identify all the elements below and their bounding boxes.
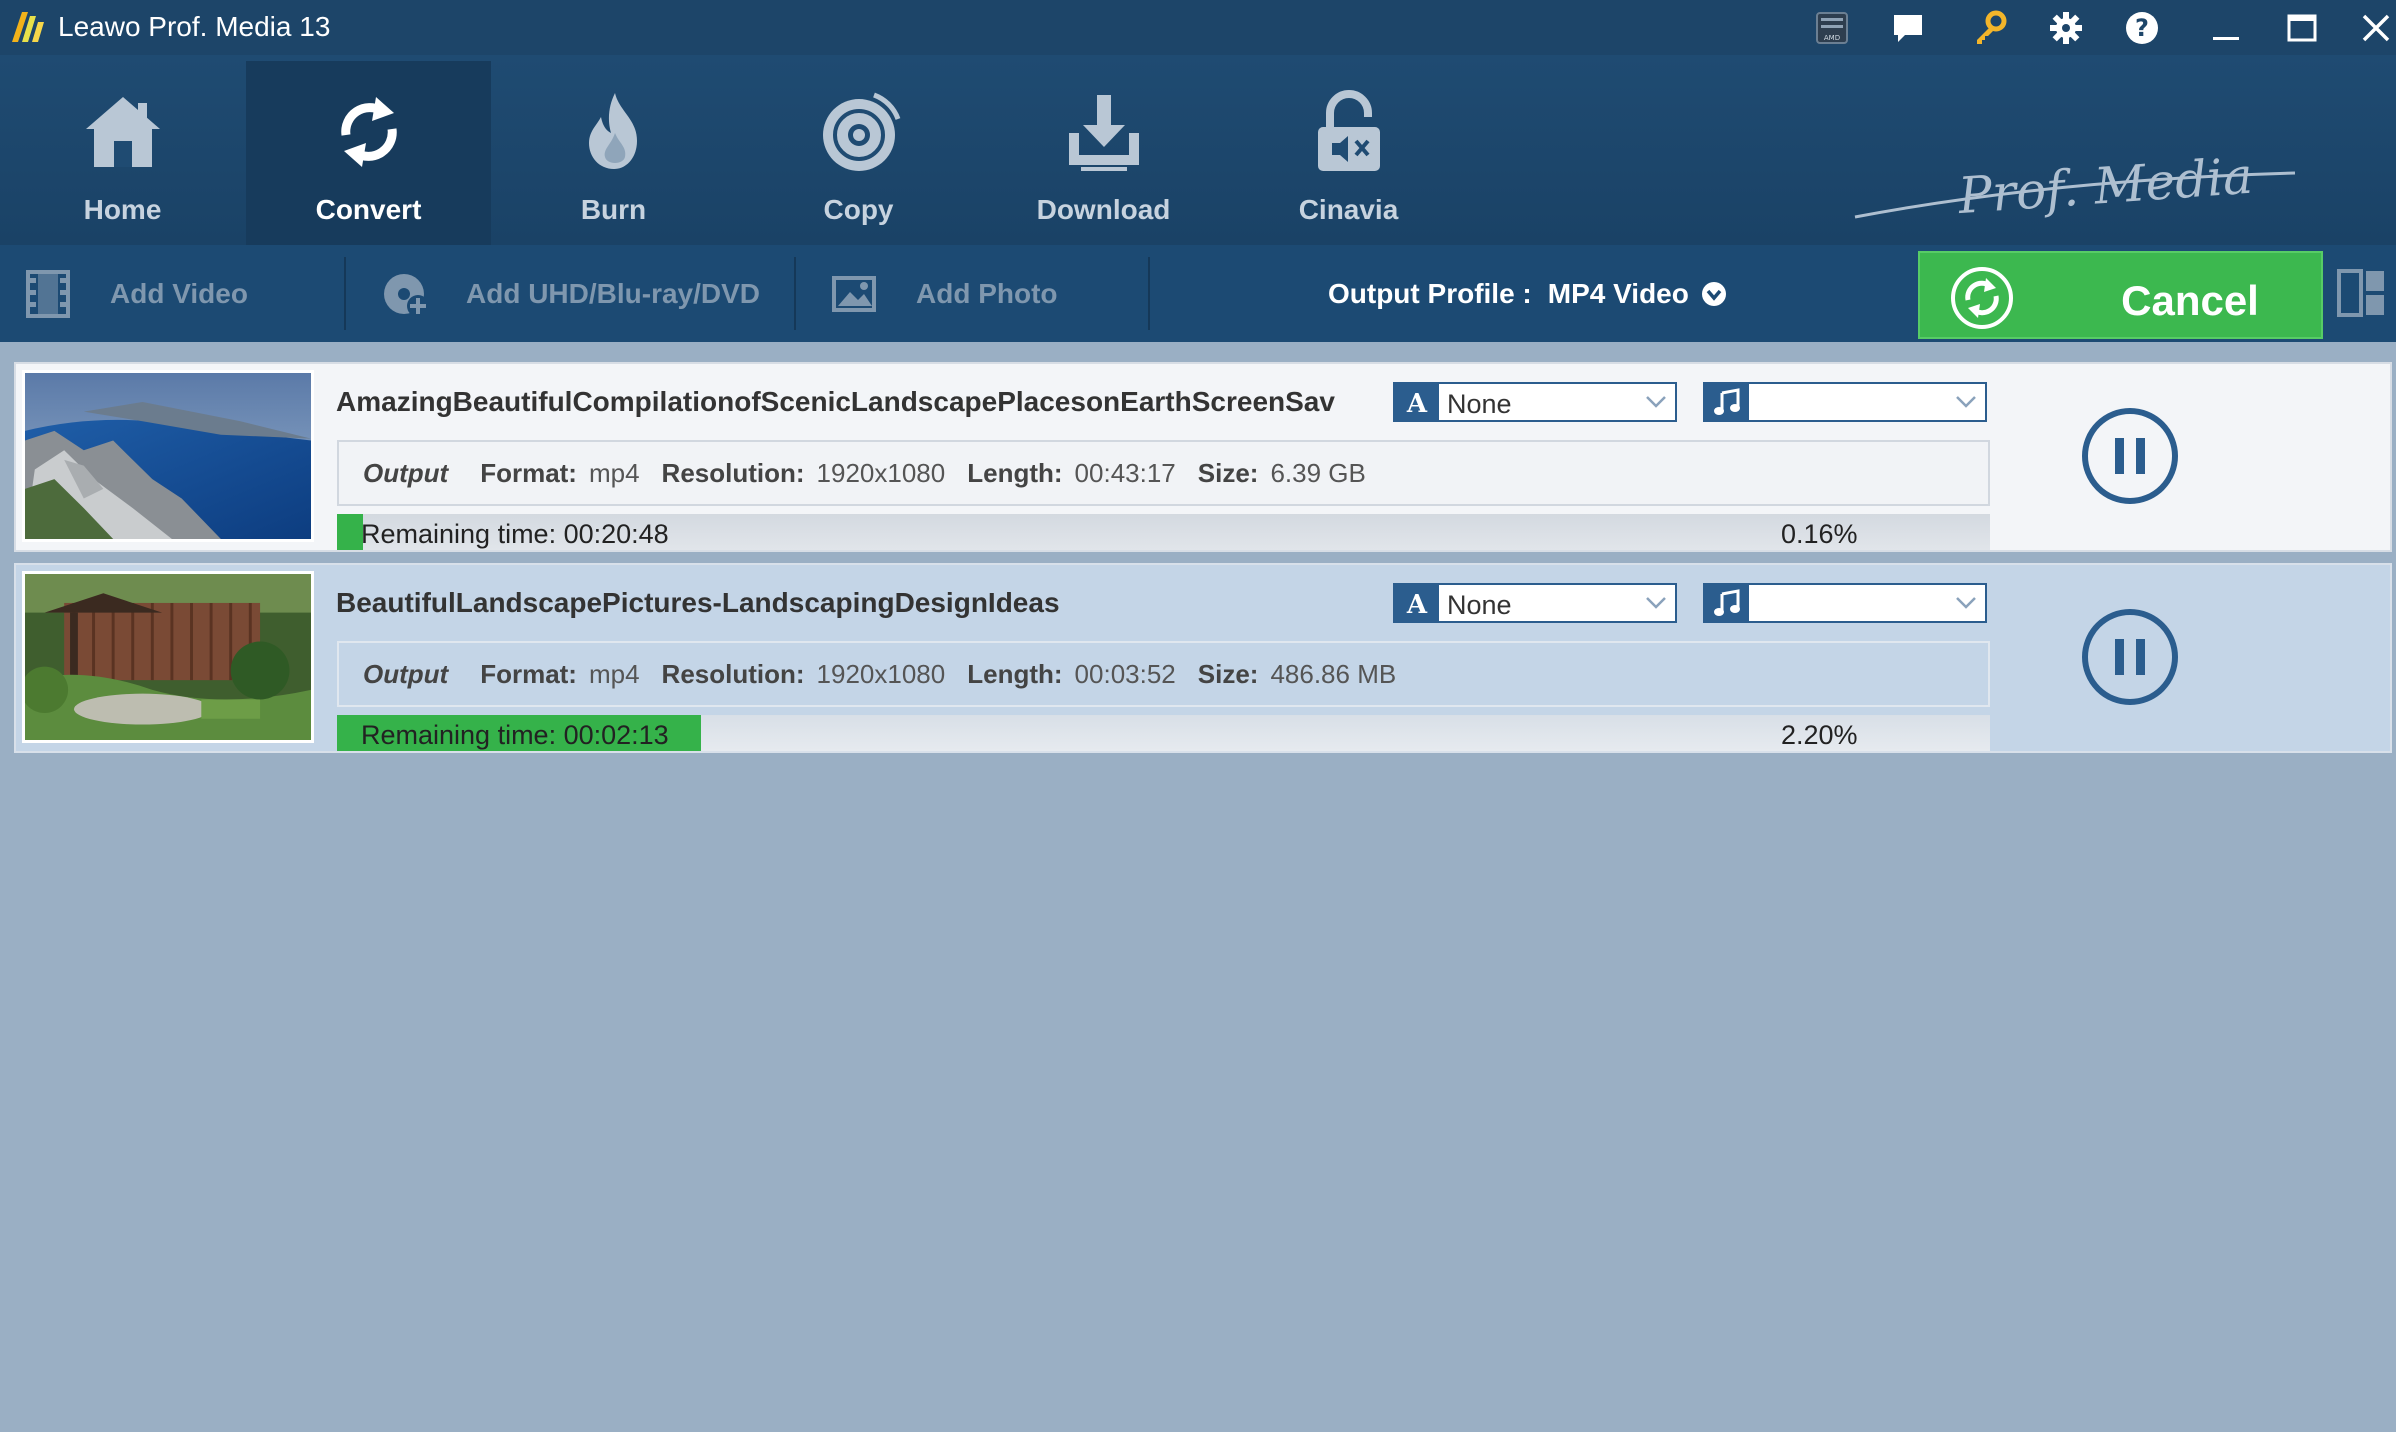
- feedback-icon[interactable]: [1884, 4, 1932, 52]
- convert-icon: [341, 97, 397, 167]
- tab-home[interactable]: Home: [0, 61, 245, 245]
- remaining-time: Remaining time: 00:20:48: [361, 519, 669, 549]
- sub-toolbar: Add Video Add UHD/Blu-ray/DVD Add Photo …: [0, 245, 2396, 342]
- subtitle-icon: A: [1395, 384, 1439, 420]
- leawo-logo-icon: [12, 12, 44, 42]
- progress-fill: [337, 514, 363, 550]
- remaining-time: Remaining time: 00:02:13: [361, 720, 669, 750]
- tab-convert[interactable]: Convert: [246, 61, 491, 245]
- toolbar-separator: [794, 257, 796, 330]
- progress-percent: 0.16%: [1781, 519, 1858, 549]
- toolbar-separator: [344, 257, 346, 330]
- progress-bar: Remaining time: 00:02:13 2.20%: [337, 715, 1990, 751]
- disc-icon: [823, 92, 901, 171]
- music-note-icon: [1705, 384, 1749, 420]
- subtitle-value: None: [1447, 590, 1512, 620]
- video-thumbnail: [22, 571, 314, 743]
- minimize-icon[interactable]: [2202, 4, 2250, 52]
- svg-text:A: A: [1406, 389, 1428, 417]
- main-toolbar: Home Convert Burn Copy Download Cinavia …: [0, 55, 2396, 245]
- svg-text:?: ?: [2135, 14, 2149, 42]
- chevron-down-icon: [1956, 597, 1976, 609]
- close-icon[interactable]: [2352, 4, 2396, 52]
- task-row[interactable]: BeautifulLandscapePictures-LandscapingDe…: [14, 563, 2392, 753]
- amd-badge-icon[interactable]: AMD: [1808, 4, 1856, 52]
- video-thumbnail: [22, 370, 314, 542]
- chevron-down-icon: [1646, 597, 1666, 609]
- disc-add-icon: [384, 273, 429, 317]
- refresh-icon: [1951, 267, 2013, 329]
- audio-dropdown[interactable]: [1703, 583, 1987, 623]
- add-disc-button[interactable]: Add UHD/Blu-ray/DVD: [380, 245, 760, 342]
- output-profile-value: MP4 Video: [1547, 277, 1689, 309]
- audio-dropdown[interactable]: [1703, 382, 1987, 422]
- task-row[interactable]: AmazingBeautifulCompilationofScenicLands…: [14, 362, 2392, 552]
- layout-toggle-icon[interactable]: [2336, 267, 2386, 319]
- resolution-value: 1920x1080: [816, 457, 946, 488]
- task-title: AmazingBeautifulCompilationofScenicLands…: [336, 386, 1335, 417]
- chevron-down-icon: [1701, 281, 1726, 306]
- chevron-down-icon: [1646, 396, 1666, 408]
- maximize-icon[interactable]: [2278, 4, 2326, 52]
- svg-text:AMD: AMD: [1824, 34, 1840, 42]
- resolution-value: 1920x1080: [816, 658, 946, 689]
- app-title: Leawo Prof. Media 13: [58, 11, 331, 42]
- subtitle-dropdown[interactable]: A None: [1393, 583, 1677, 623]
- add-video-button[interactable]: Add Video: [24, 245, 248, 342]
- length-value: 00:03:52: [1074, 658, 1176, 689]
- subtitle-value: None: [1447, 389, 1512, 419]
- unlock-icon: [1318, 90, 1380, 171]
- tab-burn[interactable]: Burn: [491, 61, 736, 245]
- key-icon[interactable]: [1966, 4, 2014, 52]
- output-profile-label: Output Profile :: [1328, 277, 1532, 309]
- progress-bar: Remaining time: 00:20:48 0.16%: [337, 514, 1990, 550]
- pause-button[interactable]: [2080, 406, 2180, 506]
- chevron-down-icon: [1956, 396, 1976, 408]
- title-bar: Leawo Prof. Media 13 AMD ?: [0, 0, 2396, 55]
- format-value: mp4: [588, 457, 640, 488]
- toolbar-separator: [1148, 257, 1150, 330]
- tab-copy[interactable]: Copy: [736, 61, 981, 245]
- add-photo-button[interactable]: Add Photo: [830, 245, 1058, 342]
- output-profile-selector[interactable]: Output Profile : MP4 Video: [1328, 245, 1727, 342]
- tab-cinavia[interactable]: Cinavia: [1226, 61, 1471, 245]
- download-icon: [1069, 95, 1139, 171]
- home-icon: [86, 97, 160, 167]
- prof-media-logo: Prof. Media: [1854, 147, 2296, 225]
- tab-download[interactable]: Download: [981, 61, 1226, 245]
- subtitle-icon: A: [1395, 585, 1439, 621]
- pause-button[interactable]: [2080, 607, 2180, 707]
- app-window: Leawo Prof. Media 13 AMD ? Home Convert …: [0, 0, 2396, 1432]
- music-note-icon: [1705, 585, 1749, 621]
- gear-icon[interactable]: [2042, 4, 2090, 52]
- brand-text: Prof. Media: [1955, 147, 2254, 225]
- photo-icon: [832, 275, 876, 312]
- flame-icon: [589, 93, 637, 169]
- film-icon: [26, 269, 70, 318]
- output-info: Output Format: mp4 Resolution: 1920x1080…: [337, 440, 1990, 506]
- length-value: 00:43:17: [1074, 457, 1176, 488]
- help-icon[interactable]: ?: [2118, 4, 2166, 52]
- progress-percent: 2.20%: [1781, 720, 1858, 750]
- task-title: BeautifulLandscapePictures-LandscapingDe…: [336, 587, 1060, 618]
- svg-text:A: A: [1406, 590, 1428, 618]
- size-value: 486.86 MB: [1270, 658, 1397, 689]
- output-info: Output Format: mp4 Resolution: 1920x1080…: [337, 641, 1990, 707]
- cancel-button[interactable]: Cancel: [1918, 251, 2323, 339]
- format-value: mp4: [588, 658, 640, 689]
- size-value: 6.39 GB: [1270, 457, 1366, 488]
- subtitle-dropdown[interactable]: A None: [1393, 382, 1677, 422]
